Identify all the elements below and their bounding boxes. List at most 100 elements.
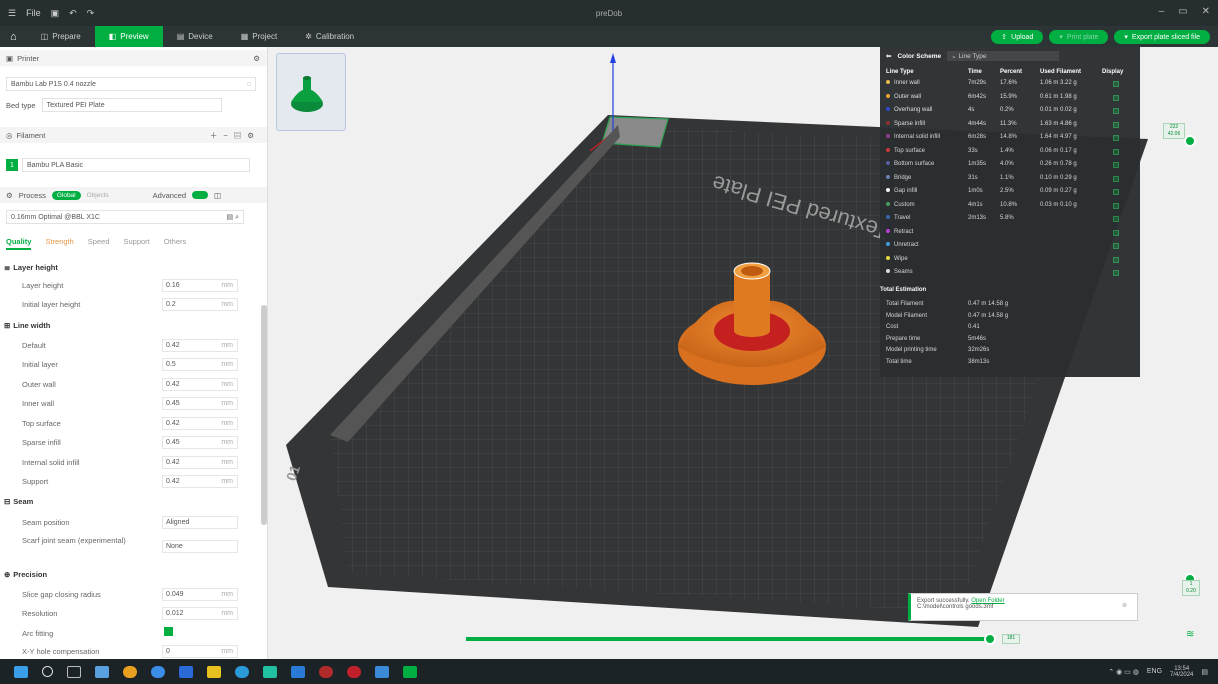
- tab-calibration[interactable]: ✲ Calibration: [291, 26, 368, 47]
- display-checkbox[interactable]: [1113, 243, 1119, 249]
- display-checkbox[interactable]: [1113, 162, 1119, 168]
- task-view-icon[interactable]: [67, 665, 81, 678]
- 3d-viewport[interactable]: Textured PEI Plate 01 ⇐ Color Scheme ⌄ L…: [268, 47, 1218, 659]
- browser-icon[interactable]: [123, 665, 137, 678]
- minimize-button[interactable]: –: [1159, 6, 1165, 17]
- filament-select[interactable]: Bambu PLA Basic: [22, 158, 250, 172]
- tab-project[interactable]: ▦ Project: [227, 26, 291, 47]
- display-checkbox[interactable]: [1113, 189, 1119, 195]
- tab-quality[interactable]: Quality: [6, 237, 32, 250]
- display-checkbox[interactable]: [1113, 108, 1119, 114]
- process-profile-select[interactable]: 0.16mm Optimal @BBL X1C ▤ ⌕: [6, 210, 244, 224]
- gap-closing-input[interactable]: 0.049 mm: [162, 588, 238, 601]
- tab-speed[interactable]: Speed: [88, 237, 110, 250]
- settings-panel: ▣ Printer ⚙ Bambu Lab P1S 0.4 nozzle ◌ Bed…: [0, 47, 268, 659]
- filament-add-icon[interactable]: ＋−▤⚙: [210, 130, 260, 141]
- tab-strength[interactable]: Strength: [45, 237, 73, 250]
- display-checkbox[interactable]: [1113, 148, 1119, 155]
- tab-support[interactable]: Support: [123, 237, 149, 250]
- close-icon[interactable]: ⊗: [1122, 602, 1127, 609]
- notification-icon[interactable]: ▤: [1201, 668, 1208, 676]
- app-icon[interactable]: [319, 665, 333, 678]
- export-button[interactable]: ▾ Export plate sliced file: [1114, 30, 1210, 44]
- display-checkbox[interactable]: [1113, 81, 1119, 87]
- maximize-button[interactable]: ▭: [1178, 6, 1187, 17]
- line-width-input[interactable]: 0.42 mm: [162, 378, 238, 391]
- print-plate-button[interactable]: ▾ Print plate: [1049, 30, 1109, 44]
- save-profile-icon: ▤ ⌕: [226, 213, 239, 221]
- line-width-input[interactable]: 0.42 mm: [162, 475, 238, 488]
- scarf-seam-select[interactable]: None: [162, 540, 238, 553]
- windows-taskbar: ⌃ ◉ ▭ ◍ ENG 13:54 7/4/2024 ▤: [0, 659, 1218, 684]
- bed-type-select[interactable]: Textured PEI Plate: [41, 98, 222, 112]
- line-width-input[interactable]: 0.45 mm: [162, 436, 238, 449]
- seam-position-select[interactable]: Aligned: [162, 516, 238, 529]
- resolution-input[interactable]: 0.012 mm: [162, 607, 238, 620]
- color-scheme-select[interactable]: ⌄ Line Type: [947, 51, 1060, 61]
- display-checkbox[interactable]: [1113, 135, 1119, 141]
- close-button[interactable]: ✕: [1202, 6, 1210, 17]
- move-slider-handle[interactable]: [984, 633, 996, 645]
- line-width-input[interactable]: 0.5 mm: [162, 358, 238, 371]
- display-checkbox[interactable]: [1113, 229, 1119, 236]
- language-indicator[interactable]: ENG: [1147, 668, 1162, 675]
- display-checkbox[interactable]: [1113, 202, 1119, 209]
- upload-button[interactable]: ⇪ Upload: [991, 30, 1044, 44]
- model-stem-bottom: [734, 325, 770, 337]
- move-slider[interactable]: [466, 637, 988, 641]
- bambu-studio-icon[interactable]: [403, 665, 417, 678]
- file-explorer-icon[interactable]: [95, 665, 109, 678]
- tab-device[interactable]: ▤ Device: [163, 26, 227, 47]
- line-width-input[interactable]: 0.42 mm: [162, 456, 238, 469]
- collapse-icon[interactable]: ⇐: [886, 52, 891, 60]
- layer-top-handle[interactable]: [1184, 135, 1196, 147]
- param-label: Seam position: [22, 518, 70, 527]
- layers-stack-icon[interactable]: ≋: [1186, 629, 1194, 640]
- printer-settings-icon[interactable]: ⚙: [253, 54, 260, 63]
- tab-preview[interactable]: ◧ Preview: [94, 26, 163, 47]
- global-toggle[interactable]: Global: [51, 190, 81, 200]
- compare-icon[interactable]: ◫: [214, 191, 221, 200]
- start-icon[interactable]: [14, 665, 28, 678]
- undo-icon[interactable]: ↶: [69, 8, 77, 19]
- tab-others[interactable]: Others: [164, 237, 187, 250]
- layer-height-input[interactable]: 0.16 mm: [162, 279, 238, 292]
- display-checkbox[interactable]: [1113, 256, 1119, 263]
- advanced-switch[interactable]: [192, 191, 209, 199]
- app-icon[interactable]: [263, 665, 277, 678]
- home-icon[interactable]: ⌂: [0, 26, 27, 47]
- file-menu[interactable]: File: [26, 8, 41, 19]
- clock[interactable]: 13:54 7/4/2024: [1170, 666, 1193, 678]
- param-label: Resolution: [22, 609, 58, 618]
- panel-scrollbar[interactable]: [261, 305, 267, 525]
- tab-prepare[interactable]: ◫ Prepare: [27, 26, 95, 47]
- display-checkbox[interactable]: [1113, 121, 1119, 128]
- legend-swatch-icon: [886, 242, 893, 248]
- display-checkbox[interactable]: [1113, 94, 1119, 101]
- folder-icon[interactable]: [207, 665, 221, 678]
- edge-icon[interactable]: [151, 665, 165, 678]
- display-checkbox[interactable]: [1113, 175, 1119, 182]
- tray-icons[interactable]: ⌃ ◉ ▭ ◍: [1108, 668, 1139, 676]
- menu-icon[interactable]: ☰: [8, 8, 16, 19]
- app-icon[interactable]: [375, 665, 389, 678]
- initial-layer-height-input[interactable]: 0.2 mm: [162, 298, 238, 311]
- line-width-input[interactable]: 0.45 mm: [162, 397, 238, 410]
- printer-select[interactable]: Bambu Lab P1S 0.4 nozzle ◌: [6, 77, 256, 91]
- app-icon[interactable]: [291, 665, 305, 678]
- arc-fitting-checkbox[interactable]: [164, 627, 173, 636]
- param-label: Arc fitting: [22, 629, 54, 638]
- display-checkbox[interactable]: [1113, 216, 1119, 222]
- app-icon[interactable]: [235, 665, 249, 678]
- objects-toggle[interactable]: Objects: [87, 192, 109, 199]
- search-icon[interactable]: [42, 666, 53, 677]
- line-width-input[interactable]: 0.42 mm: [162, 339, 238, 352]
- save-icon[interactable]: ▣: [51, 8, 60, 19]
- app-icon[interactable]: [347, 665, 361, 678]
- line-width-input[interactable]: 0.42 mm: [162, 417, 238, 430]
- param-label: Default: [22, 341, 46, 350]
- display-checkbox[interactable]: [1113, 270, 1119, 276]
- app-icon[interactable]: [179, 665, 193, 678]
- hole-compensation-input[interactable]: 0 mm: [162, 645, 238, 658]
- redo-icon[interactable]: ↷: [87, 8, 95, 19]
